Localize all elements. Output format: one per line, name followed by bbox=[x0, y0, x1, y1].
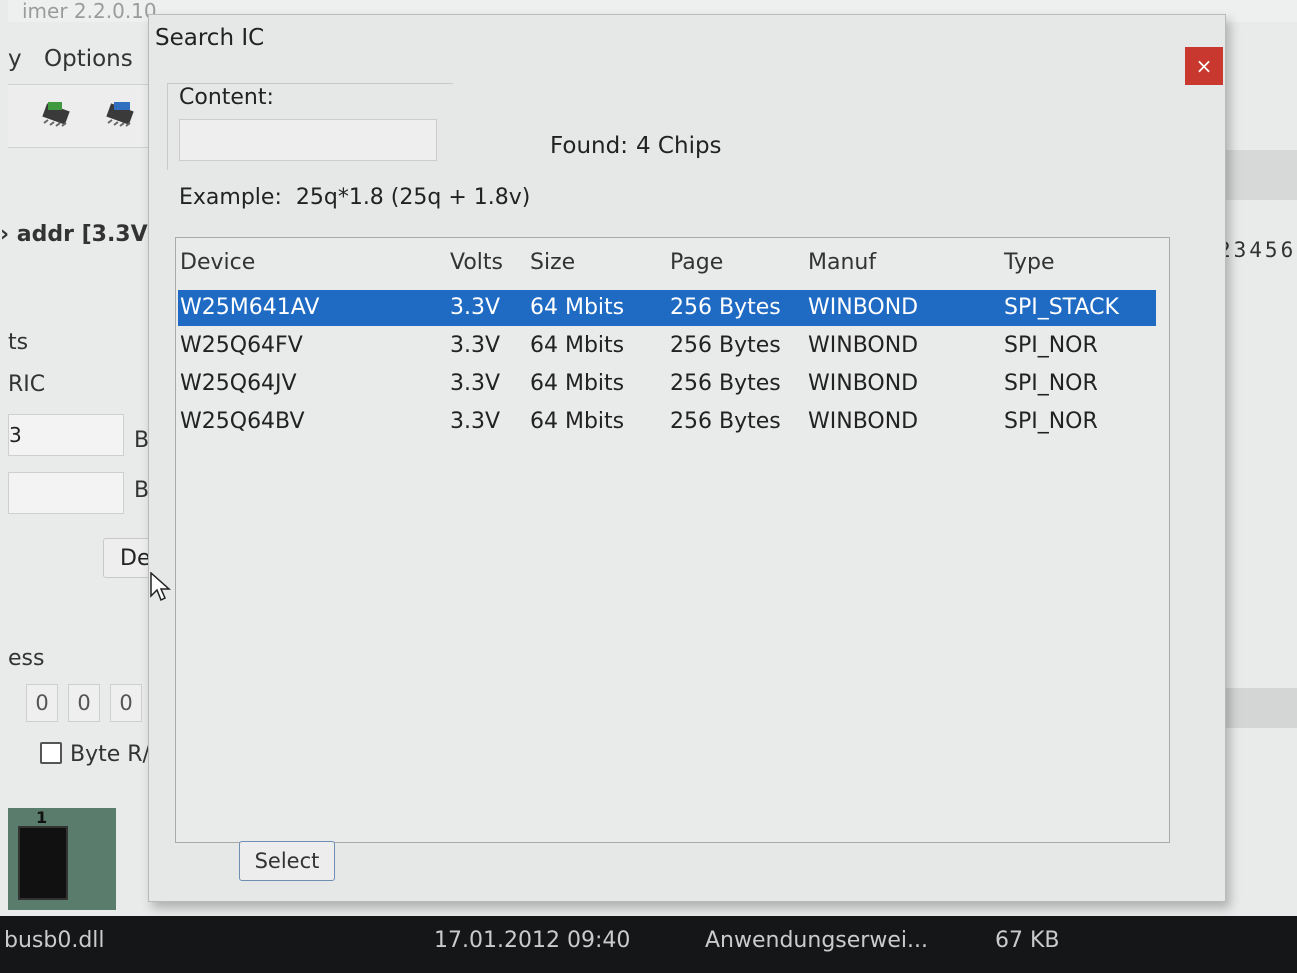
menu-item-partial[interactable]: y bbox=[8, 46, 22, 72]
section-label-text: addr [3.3V] bbox=[16, 222, 158, 247]
found-value: 4 Chips bbox=[635, 133, 722, 159]
cell-type: SPI_NOR bbox=[1004, 333, 1098, 358]
table-row[interactable]: W25Q64FV 3.3V 64 Mbits 256 Bytes WINBOND… bbox=[178, 328, 1156, 364]
bg-label-3: ess bbox=[8, 646, 45, 671]
cell-device: W25M641AV bbox=[180, 295, 320, 320]
section-arrow: › bbox=[0, 222, 17, 247]
table-row[interactable]: W25Q64BV 3.3V 64 Mbits 256 Bytes WINBOND… bbox=[178, 404, 1156, 440]
bg-label-2: RIC bbox=[8, 372, 46, 397]
column-header-device[interactable]: Device bbox=[180, 250, 255, 275]
dialog-title: Search IC bbox=[155, 25, 265, 51]
table-row-selected[interactable]: W25M641AV 3.3V 64 Mbits 256 Bytes WINBON… bbox=[178, 290, 1156, 326]
cell-page: 256 Bytes bbox=[670, 409, 781, 434]
hex-header: 23456 bbox=[1218, 238, 1297, 262]
select-button[interactable]: Select bbox=[239, 841, 335, 881]
file-size: 67 KB bbox=[995, 928, 1060, 953]
found-count: Found: 4 Chips bbox=[550, 133, 722, 159]
file-date: 17.01.2012 09:40 bbox=[434, 928, 631, 953]
cell-manuf: WINBOND bbox=[808, 333, 919, 358]
thumbnail-number: 1 bbox=[36, 808, 48, 827]
bg-right-strip bbox=[1225, 150, 1297, 200]
byte-rw-checkbox[interactable] bbox=[40, 742, 62, 764]
bg-field-1[interactable]: 3 bbox=[8, 414, 124, 456]
cell-page: 256 Bytes bbox=[670, 371, 781, 396]
cell-type: SPI_NOR bbox=[1004, 409, 1098, 434]
file-type: Anwendungserwei... bbox=[705, 928, 928, 953]
column-header-type[interactable]: Type bbox=[1004, 250, 1055, 275]
bg-right-bar bbox=[1220, 688, 1297, 728]
chip-read-icon[interactable] bbox=[40, 99, 74, 129]
cell-volts: 3.3V bbox=[450, 295, 501, 320]
chip-list[interactable]: Device Volts Size Page Manuf Type W25M64… bbox=[175, 237, 1170, 843]
cell-page: 256 Bytes bbox=[670, 295, 781, 320]
bg-field-1-value: 3 bbox=[9, 423, 22, 447]
cell-type: SPI_STACK bbox=[1004, 295, 1119, 320]
cell-size: 64 Mbits bbox=[530, 371, 625, 396]
close-button[interactable]: × bbox=[1185, 47, 1223, 85]
cell-size: 64 Mbits bbox=[530, 333, 625, 358]
cell-size: 64 Mbits bbox=[530, 295, 625, 320]
cell-type: SPI_NOR bbox=[1004, 371, 1098, 396]
bg-label-1: ts bbox=[8, 330, 29, 355]
content-label: Content: bbox=[179, 85, 274, 110]
file-name[interactable]: busb0.dll bbox=[4, 928, 105, 953]
bg-field-2[interactable] bbox=[8, 472, 124, 514]
address-box-2[interactable]: 0 bbox=[68, 684, 100, 722]
file-row: busb0.dll 17.01.2012 09:40 Anwendungserw… bbox=[0, 916, 1297, 973]
cell-page: 256 Bytes bbox=[670, 333, 781, 358]
cell-size: 64 Mbits bbox=[530, 409, 625, 434]
address-box-1[interactable]: 0 bbox=[26, 684, 58, 722]
section-label: › addr [3.3V] bbox=[0, 222, 158, 247]
cell-device: W25Q64JV bbox=[180, 371, 297, 396]
cell-volts: 3.3V bbox=[450, 333, 501, 358]
address-box-3[interactable]: 0 bbox=[110, 684, 142, 722]
column-header-size[interactable]: Size bbox=[530, 250, 575, 275]
cell-manuf: WINBOND bbox=[808, 371, 919, 396]
cell-manuf: WINBOND bbox=[808, 295, 919, 320]
background-menubar: y Options bbox=[8, 40, 158, 84]
search-ic-dialog: Search IC × Content: Found: 4 Chips Examp… bbox=[148, 14, 1226, 902]
cell-volts: 3.3V bbox=[450, 371, 501, 396]
cell-device: W25Q64FV bbox=[180, 333, 303, 358]
mouse-cursor-icon bbox=[150, 572, 171, 602]
menu-item-options[interactable]: Options bbox=[44, 46, 133, 72]
found-label: Found: bbox=[550, 133, 628, 159]
cell-manuf: WINBOND bbox=[808, 409, 919, 434]
table-row[interactable]: W25Q64JV 3.3V 64 Mbits 256 Bytes WINBOND… bbox=[178, 366, 1156, 402]
example-text: 25q*1.8 (25q + 1.8v) bbox=[295, 185, 531, 210]
column-header-manuf[interactable]: Manuf bbox=[808, 250, 876, 275]
chip-thumbnail bbox=[8, 808, 116, 910]
column-header-volts[interactable]: Volts bbox=[450, 250, 503, 275]
cell-device: W25Q64BV bbox=[180, 409, 305, 434]
chip-thumbnail-icon bbox=[18, 826, 68, 900]
background-toolbar bbox=[8, 84, 158, 148]
cell-volts: 3.3V bbox=[450, 409, 501, 434]
example-hint: Example: 25q*1.8 (25q + 1.8v) bbox=[179, 185, 530, 210]
content-search-input[interactable] bbox=[179, 119, 437, 161]
column-header-page[interactable]: Page bbox=[670, 250, 723, 275]
example-label: Example: bbox=[179, 185, 282, 210]
chip-write-icon[interactable] bbox=[104, 99, 138, 129]
